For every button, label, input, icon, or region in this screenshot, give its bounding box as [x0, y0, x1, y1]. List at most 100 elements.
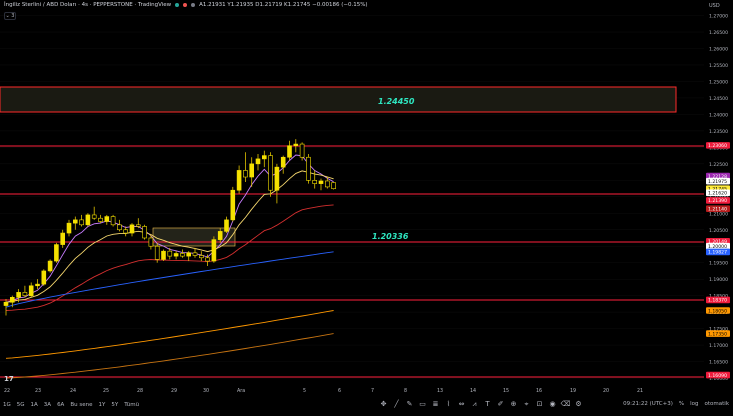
- price-tick: 1.24000: [709, 112, 728, 118]
- trendline-icon[interactable]: ╱: [391, 399, 402, 410]
- price-axis[interactable]: 1.27000 1.26500 1.26000 1.25500 1.25000 1.245…: [704, 0, 733, 398]
- candle-body: [318, 180, 324, 184]
- candle-body: [142, 226, 147, 239]
- lock-icon[interactable]: ⊡: [534, 399, 545, 410]
- candle: [268, 152, 273, 197]
- price-tick: 1.16500: [709, 360, 728, 366]
- indicator-collapse-button[interactable]: ⌄ 3: [4, 12, 16, 20]
- path-icon[interactable]: ⌇: [443, 399, 454, 410]
- eye-icon[interactable]: ◉: [547, 399, 558, 410]
- consolidation-box[interactable]: [152, 227, 236, 247]
- ruler-icon[interactable]: ⊕: [508, 399, 519, 410]
- candle: [79, 214, 84, 227]
- time-tick: 23: [35, 388, 41, 394]
- price-badge: 1.18370: [706, 296, 730, 304]
- candles[interactable]: [3, 139, 336, 316]
- time-tick: 16: [536, 388, 542, 394]
- chart-header[interactable]: İngiliz Sterlini / ABD Doları · 4s · PEP…: [4, 2, 368, 8]
- text-icon[interactable]: T: [482, 399, 493, 410]
- price-tick: 1.24500: [709, 96, 728, 102]
- resistance-zone[interactable]: [0, 86, 677, 113]
- candle-body: [110, 216, 116, 226]
- range-5y[interactable]: 5Y: [108, 402, 121, 408]
- price-badge-label: 1.19827: [708, 250, 727, 256]
- symbol-title[interactable]: İngiliz Sterlini / ABD Doları · 4s · PEP…: [4, 2, 171, 8]
- candle: [186, 251, 191, 262]
- price-badge-label: 1.16090: [708, 373, 727, 379]
- rectangle-icon[interactable]: ▭: [417, 399, 428, 410]
- candle: [211, 236, 217, 263]
- time-tick: 25: [103, 388, 109, 394]
- range-1y[interactable]: 1Y: [95, 402, 108, 408]
- candle-body: [22, 292, 28, 296]
- candle-body: [91, 214, 97, 219]
- candle: [123, 226, 128, 237]
- candle: [54, 242, 59, 263]
- candle: [22, 285, 28, 298]
- candle: [98, 214, 103, 224]
- log-toggle[interactable]: log: [690, 401, 698, 407]
- chart-area[interactable]: 1.24450 1.20336 1.27000 1.26500 1.26000 1.2…: [0, 0, 733, 412]
- time-tick: 15: [503, 388, 509, 394]
- price-badge-label: 1.17350: [708, 331, 727, 337]
- percent-toggle[interactable]: %: [679, 401, 684, 407]
- ohlc-values: A1.21931 Y1.21935 D1.21719 K1.21745 −0.0…: [199, 2, 368, 8]
- candle: [236, 165, 242, 194]
- candle-body: [299, 143, 305, 158]
- time-tick: 5: [303, 388, 306, 394]
- currency-label: USD: [709, 3, 720, 9]
- status-dot-green: [175, 3, 180, 7]
- candle: [28, 282, 34, 298]
- time-tick: 22: [4, 388, 10, 394]
- candle: [243, 152, 248, 182]
- clock[interactable]: 09:21:22 (UTC+3): [623, 401, 673, 407]
- pattern-icon[interactable]: ⩘: [469, 399, 480, 410]
- candle-body: [199, 255, 204, 259]
- time-axis[interactable]: 22 23 24 25 28 29 30 Ara 5 6 7 8 13 14 15 16 19 20 21: [4, 388, 643, 394]
- range-1a[interactable]: 1A: [28, 402, 41, 408]
- time-tick: 24: [70, 388, 76, 394]
- candle: [104, 214, 110, 225]
- range-all[interactable]: Tümü: [121, 402, 142, 408]
- chart-canvas[interactable]: 1.24450 1.20336 1.270001.265001.260001.2…: [0, 0, 733, 412]
- candle-body: [280, 156, 286, 168]
- cursor-icon[interactable]: ✥: [378, 399, 389, 410]
- price-badge-label: 1.23060: [708, 143, 727, 149]
- candle-body: [306, 156, 311, 181]
- candle: [117, 219, 122, 232]
- brush-icon[interactable]: ✐: [495, 399, 506, 410]
- candle-body: [324, 180, 330, 188]
- range-1g[interactable]: 1G: [0, 402, 14, 408]
- auto-toggle[interactable]: otomatik: [705, 401, 729, 407]
- price-badge-label: 1.21975: [708, 179, 727, 185]
- time-tick: 28: [137, 388, 143, 394]
- candle-body: [211, 239, 217, 262]
- candle-body: [161, 250, 166, 260]
- range-ytd[interactable]: Bu sene: [67, 402, 95, 408]
- time-tick: 7: [371, 388, 374, 394]
- price-tick: 1.26000: [709, 46, 728, 52]
- candle-body: [123, 229, 128, 234]
- range-5g[interactable]: 5G: [14, 402, 28, 408]
- candle-body: [274, 166, 280, 191]
- price-badge-label: 1.18050: [708, 308, 727, 314]
- candle: [255, 153, 261, 171]
- measure-icon[interactable]: ⇔: [456, 399, 467, 410]
- candle: [47, 259, 53, 273]
- candle: [293, 139, 299, 153]
- range-3a[interactable]: 3A: [41, 402, 54, 408]
- settings-icon[interactable]: ⚙: [573, 399, 584, 410]
- candle-body: [60, 232, 66, 245]
- candle: [287, 140, 292, 161]
- price-badge-label: 1.21390: [708, 198, 727, 204]
- range-6a[interactable]: 6A: [54, 402, 67, 408]
- trash-icon[interactable]: ⌫: [560, 399, 571, 410]
- time-tick: 13: [437, 388, 443, 394]
- magnet-icon[interactable]: ⌖: [521, 399, 532, 410]
- fib-icon[interactable]: ≣: [430, 399, 441, 410]
- price-tick: 1.23500: [709, 129, 728, 135]
- price-badge-label: 1.18370: [708, 298, 727, 304]
- toolbar-right: 09:21:22 (UTC+3) % log otomatik: [623, 401, 729, 407]
- time-tick: 30: [203, 388, 209, 394]
- pencil-icon[interactable]: ✎: [404, 399, 415, 410]
